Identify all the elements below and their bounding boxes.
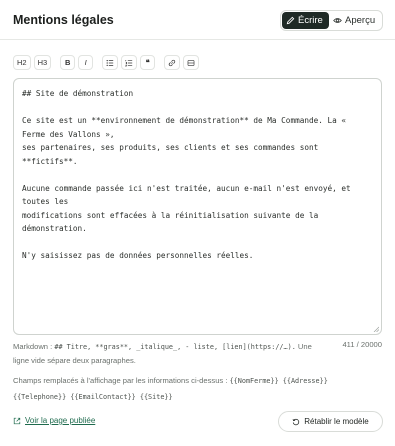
fields-text: Champs remplacés à l'affichage par les i… bbox=[13, 376, 230, 385]
quote-button[interactable]: ❝ bbox=[140, 55, 156, 70]
write-mode-button[interactable]: Écrire bbox=[282, 12, 329, 29]
bullet-list-icon bbox=[106, 59, 114, 66]
legal-notice-panel: Mentions légales Écrire Aperçu H2 H3 B I… bbox=[0, 0, 395, 446]
rotate-ccw-icon bbox=[292, 418, 300, 425]
eye-icon bbox=[333, 18, 342, 23]
horizontal-rule-button[interactable] bbox=[183, 55, 200, 70]
help-syntax: ## Titre, **gras**, _italique_, - liste,… bbox=[54, 343, 296, 351]
restore-template-label: Rétablir le modèle bbox=[304, 417, 369, 426]
format-toolbar: H2 H3 B I ❝ bbox=[13, 55, 202, 70]
numbered-list-icon bbox=[125, 59, 133, 66]
restore-template-button[interactable]: Rétablir le modèle bbox=[278, 411, 383, 432]
placeholder-fields-info: Champs remplacés à l'affichage par les i… bbox=[13, 373, 383, 405]
section-title: Mentions légales bbox=[13, 13, 114, 27]
italic-button[interactable]: I bbox=[78, 55, 94, 70]
link-icon bbox=[169, 59, 176, 66]
heading2-button[interactable]: H2 bbox=[13, 55, 31, 70]
external-link-icon bbox=[13, 417, 21, 424]
markdown-editor[interactable]: ## Site de démonstration Ce site est un … bbox=[13, 78, 382, 335]
bold-button[interactable]: B bbox=[60, 55, 76, 70]
numbered-list-button[interactable] bbox=[121, 55, 138, 70]
resize-handle-icon[interactable] bbox=[373, 326, 379, 332]
help-prefix: Markdown : bbox=[13, 342, 55, 351]
fields-tokens-line1: {{NomFerme}} {{Adresse}} bbox=[229, 377, 328, 385]
pencil-icon bbox=[286, 16, 295, 25]
link-button[interactable] bbox=[164, 55, 181, 70]
horizontal-rule-icon bbox=[187, 59, 195, 66]
fields-tokens-line2: {{Telephone}} {{EmailContact}} {{Site}} bbox=[13, 393, 173, 401]
heading3-button[interactable]: H3 bbox=[33, 55, 52, 70]
view-published-link[interactable]: Voir la page publiée bbox=[13, 416, 95, 425]
preview-mode-label: Aperçu bbox=[345, 15, 376, 26]
mode-toggle: Écrire Aperçu bbox=[280, 10, 383, 31]
view-published-label: Voir la page publiée bbox=[25, 416, 96, 425]
write-mode-label: Écrire bbox=[298, 15, 323, 26]
editor-content[interactable]: ## Site de démonstration Ce site est un … bbox=[22, 87, 373, 263]
markdown-help: Markdown : ## Titre, **gras**, _italique… bbox=[13, 340, 313, 368]
bullet-list-button[interactable] bbox=[102, 55, 119, 70]
character-count: 411 / 20000 bbox=[342, 340, 382, 349]
header-divider bbox=[0, 39, 395, 40]
preview-mode-button[interactable]: Aperçu bbox=[329, 12, 379, 29]
